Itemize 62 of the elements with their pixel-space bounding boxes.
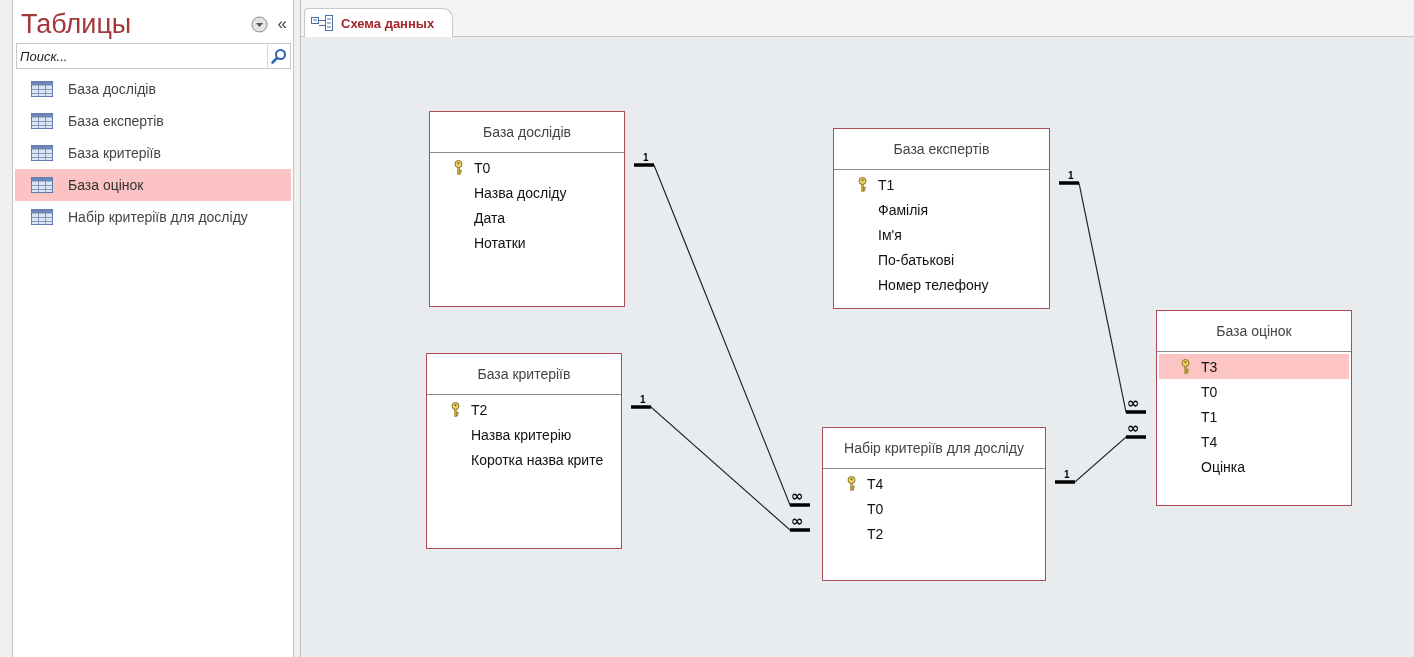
field-row[interactable]: T3 <box>1159 354 1349 379</box>
field-row[interactable]: Оцінка <box>1159 454 1349 479</box>
table-list-item[interactable]: База дослідів <box>15 73 291 105</box>
table-icon <box>31 81 53 97</box>
table-card[interactable]: База експертів T1 Фамілія Ім'я По-батькові Номер телефону <box>833 128 1050 309</box>
table-title: Набір критеріїв для досліду <box>844 440 1024 456</box>
relationship-line[interactable] <box>1053 435 1148 484</box>
table-list-item[interactable]: Набір критеріїв для досліду <box>15 201 291 233</box>
table-list-item[interactable]: База оцінок <box>15 169 291 201</box>
field-row[interactable]: T0 <box>825 496 1043 521</box>
key-icon <box>454 160 463 175</box>
table-card[interactable]: База дослідів T0 Назва досліду Дата Нотатки <box>429 111 625 307</box>
key-icon <box>847 476 856 491</box>
field-row[interactable]: T4 <box>1159 429 1349 454</box>
table-list-item[interactable]: База експертів <box>15 105 291 137</box>
table-card[interactable]: База оцінок T3 T0 T1 T4 Оцінка <box>1156 310 1352 506</box>
pane-title: Таблицы <box>21 8 133 40</box>
table-list-item[interactable]: База критеріїв <box>15 137 291 169</box>
field-row[interactable]: Дата <box>432 205 622 230</box>
key-icon <box>1181 359 1190 374</box>
table-card[interactable]: База критеріїв T2 Назва критерію Коротка назва крите <box>426 353 622 549</box>
field-row[interactable]: Нотатки <box>432 230 622 255</box>
search-field[interactable]: Поиск... <box>16 43 267 69</box>
table-title: База критеріїв <box>477 366 571 382</box>
field-row[interactable]: Фамілія <box>836 197 1047 222</box>
key-icon <box>451 402 460 417</box>
field-row[interactable]: Назва критерію <box>429 422 619 447</box>
collapse-button[interactable]: « <box>277 14 287 34</box>
table-title: База експертів <box>893 141 990 157</box>
cardinality-label: 1 <box>1064 469 1070 480</box>
relationships-icon <box>311 15 333 31</box>
relationship-line[interactable] <box>629 405 812 532</box>
cardinality-label: ∞ <box>1127 419 1140 437</box>
table-icon <box>31 145 53 161</box>
cardinality-label: 1 <box>1068 170 1074 181</box>
cardinality-label: ∞ <box>791 512 804 530</box>
field-row[interactable]: По-батькові <box>836 247 1047 272</box>
field-row[interactable]: T1 <box>836 172 1047 197</box>
cardinality-label: ∞ <box>1127 394 1140 412</box>
table-icon <box>31 209 53 225</box>
field-row[interactable]: Назва досліду <box>432 180 622 205</box>
dropdown-icon[interactable] <box>250 15 268 33</box>
field-row[interactable]: T2 <box>825 521 1043 546</box>
cardinality-label: ∞ <box>791 487 804 505</box>
field-row[interactable]: Ім'я <box>836 222 1047 247</box>
cardinality-label: 1 <box>643 152 649 163</box>
field-row[interactable]: Номер телефону <box>836 272 1047 297</box>
table-title: База дослідів <box>483 124 571 140</box>
field-row[interactable]: T0 <box>432 155 622 180</box>
search-icon[interactable] <box>271 48 287 64</box>
table-card[interactable]: Набір критеріїв для досліду T4 T0 T2 <box>822 427 1046 581</box>
document-tab[interactable]: Схема данных <box>304 8 454 37</box>
field-row[interactable]: T4 <box>825 471 1043 496</box>
table-icon <box>31 113 53 129</box>
field-row[interactable]: Коротка назва крите <box>429 447 619 472</box>
cardinality-label: 1 <box>640 394 646 405</box>
field-row[interactable]: T0 <box>1159 379 1349 404</box>
table-title: База оцінок <box>1216 323 1292 339</box>
key-icon <box>858 177 867 192</box>
field-row[interactable]: T2 <box>429 397 619 422</box>
table-icon <box>31 177 53 193</box>
field-row[interactable]: T1 <box>1159 404 1349 429</box>
